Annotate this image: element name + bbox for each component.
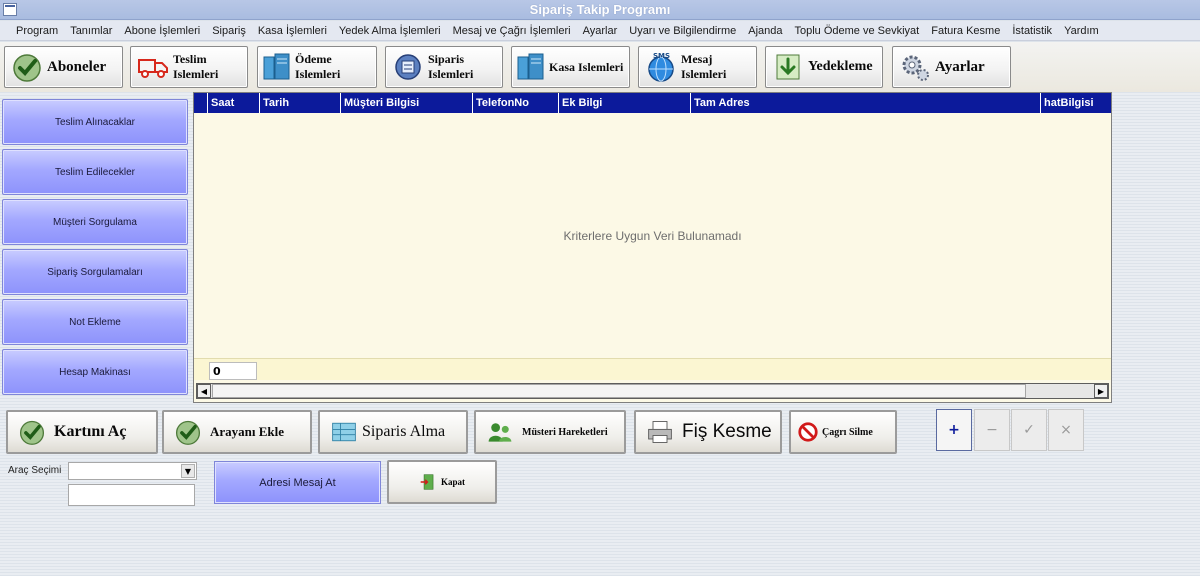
adresi-mesaj-at-button[interactable]: Adresi Mesaj At <box>214 461 381 504</box>
grid-header: Saat Tarih Müşteri Bilgisi TelefonNo Ek … <box>194 93 1111 113</box>
nav-cancel-button[interactable]: × <box>1048 409 1084 451</box>
exit-door-icon <box>420 474 434 490</box>
menu-program[interactable]: Program <box>10 21 64 37</box>
orders-grid[interactable]: Saat Tarih Müşteri Bilgisi TelefonNo Ek … <box>193 92 1112 403</box>
kapat-button[interactable]: Kapat <box>387 460 497 504</box>
column-saat[interactable]: Saat <box>207 93 259 113</box>
menu-yedek-alma[interactable]: Yedek Alma İşlemleri <box>333 21 447 37</box>
sidebar-item-teslim-alinacaklar[interactable]: Teslim Alınacaklar <box>2 99 188 145</box>
column-telefon-no[interactable]: TelefonNo <box>472 93 558 113</box>
arac-secimi-label: Araç Seçimi <box>8 465 62 476</box>
kasa-islemleri-button[interactable]: Kasa Islemleri <box>511 46 630 88</box>
main-toolbar: Aboneler Teslim Islemleri Ödeme Islemler… <box>0 42 1200 92</box>
odeme-islemleri-label: Ödeme Islemleri <box>295 52 341 81</box>
cagri-silme-label: Çagrı Silme <box>822 426 873 438</box>
server-icon <box>263 53 290 80</box>
add-caller-icon <box>175 420 201 445</box>
users-icon <box>488 423 512 442</box>
menu-tanimlar[interactable]: Tanımlar <box>64 21 118 37</box>
menu-bar: Program Tanımlar Abone İşlemleri Sipariş… <box>0 21 1200 41</box>
nav-post-button[interactable]: ✓ <box>1011 409 1047 451</box>
scroll-right-icon[interactable]: ▶ <box>1094 384 1108 398</box>
empty-message: Kriterlere Uygun Veri Bulunamadı <box>563 229 742 243</box>
row-count: 0 <box>209 362 257 380</box>
menu-ayarlar[interactable]: Ayarlar <box>577 21 624 37</box>
no-entry-icon <box>798 422 818 442</box>
sidebar-item-siparis-sorgulamalari[interactable]: Sipariş Sorgulamaları <box>2 249 188 295</box>
gear-icon <box>902 55 929 81</box>
nav-add-button[interactable]: + <box>936 409 972 451</box>
title-bar: Sipariş Takip Programı <box>0 0 1200 20</box>
order-icon <box>395 54 421 80</box>
menu-uyari[interactable]: Uyarı ve Bilgilendirme <box>623 21 742 37</box>
column-musteri-bilgisi[interactable]: Müşteri Bilgisi <box>340 93 473 113</box>
siparis-alma-label: Siparis Alma <box>362 423 446 440</box>
ayarlar-button[interactable]: Ayarlar <box>892 46 1011 88</box>
printer-icon <box>648 421 672 443</box>
checkmark-user-icon <box>13 54 41 82</box>
teslim-islemleri-button[interactable]: Teslim Islemleri <box>130 46 248 88</box>
menu-toplu-odeme[interactable]: Toplu Ödeme ve Sevkiyat <box>789 21 926 37</box>
arayani-ekle-label: Arayanı Ekle <box>210 424 285 439</box>
horizontal-scrollbar[interactable]: ◀ ▶ <box>196 383 1109 399</box>
kasa-islemleri-label: Kasa Islemleri <box>549 59 624 74</box>
backup-download-icon <box>776 54 800 80</box>
menu-yardim[interactable]: Yardım <box>1058 21 1105 37</box>
column-hat-bilgisi[interactable]: hatBilgisi <box>1040 93 1111 113</box>
column-tam-adres[interactable]: Tam Adres <box>690 93 1040 113</box>
arac-secimi-select[interactable]: ▼ <box>68 462 197 480</box>
fis-kesme-button[interactable]: Fiş Kesme <box>634 410 782 454</box>
delivery-truck-icon <box>138 59 168 78</box>
musteri-hareketleri-label: Müsteri Hareketleri <box>522 426 608 438</box>
checkmark-card-icon <box>19 420 45 445</box>
kartini-ac-button[interactable]: Kartını Aç <box>6 410 158 454</box>
scroll-left-icon[interactable]: ◀ <box>197 384 211 398</box>
sidebar-item-hesap-makinasi[interactable]: Hesap Makinası <box>2 349 188 395</box>
sidebar-item-teslim-edilecekler[interactable]: Teslim Edilecekler <box>2 149 188 195</box>
menu-siparis[interactable]: Sipariş <box>206 21 252 37</box>
menu-abone-islemleri[interactable]: Abone İşlemleri <box>118 21 206 37</box>
chevron-down-icon[interactable]: ▼ <box>181 464 195 478</box>
sms-globe-icon: SMS <box>648 52 674 82</box>
arayani-ekle-button[interactable]: Arayanı Ekle <box>162 410 312 454</box>
mesaj-islemleri-button[interactable]: SMS Mesaj Islemleri <box>638 46 757 88</box>
arac-detail-input[interactable] <box>68 484 195 506</box>
column-tarih[interactable]: Tarih <box>259 93 341 113</box>
fis-kesme-label: Fiş Kesme <box>682 421 772 442</box>
kapat-label: Kapat <box>440 477 465 487</box>
cagri-silme-button[interactable]: Çagrı Silme <box>789 410 897 454</box>
ayarlar-label: Ayarlar <box>935 58 985 75</box>
cash-register-icon <box>517 53 544 80</box>
siparis-islemleri-button[interactable]: Siparis Islemleri <box>385 46 503 88</box>
column-ek-bilgi[interactable]: Ek Bilgi <box>558 93 691 113</box>
menu-kasa-islemleri[interactable]: Kasa İşlemleri <box>252 21 333 37</box>
sidebar-item-musteri-sorgulama[interactable]: Müşteri Sorgulama <box>2 199 188 245</box>
scroll-thumb[interactable] <box>212 384 1026 398</box>
teslim-islemleri-label: Teslim Islemleri <box>173 52 219 81</box>
yedekleme-label: Yedekleme <box>808 59 873 74</box>
kartini-ac-label: Kartını Aç <box>54 423 127 440</box>
siparis-alma-button[interactable]: Siparis Alma <box>318 410 468 454</box>
menu-fatura-kesme[interactable]: Fatura Kesme <box>925 21 1006 37</box>
sidebar-item-not-ekleme[interactable]: Not Ekleme <box>2 299 188 345</box>
mesaj-islemleri-label: Mesaj Islemleri <box>681 52 727 81</box>
musteri-hareketleri-button[interactable]: Müsteri Hareketleri <box>474 410 626 454</box>
menu-ajanda[interactable]: Ajanda <box>742 21 788 37</box>
aboneler-button[interactable]: Aboneler <box>4 46 123 88</box>
nav-remove-button[interactable]: − <box>974 409 1010 451</box>
aboneler-label: Aboneler <box>47 58 107 75</box>
window-title: Sipariş Takip Programı <box>529 2 671 17</box>
odeme-islemleri-button[interactable]: Ödeme Islemleri <box>257 46 377 88</box>
siparis-islemleri-label: Siparis Islemleri <box>428 52 474 81</box>
yedekleme-button[interactable]: Yedekleme <box>765 46 883 88</box>
menu-mesaj-cagri[interactable]: Mesaj ve Çağrı İşlemleri <box>447 21 577 37</box>
order-grid-icon <box>332 422 356 442</box>
menu-istatistik[interactable]: İstatistik <box>1006 21 1058 37</box>
sms-badge: SMS <box>653 52 670 60</box>
grid-footer: 0 <box>194 358 1111 380</box>
